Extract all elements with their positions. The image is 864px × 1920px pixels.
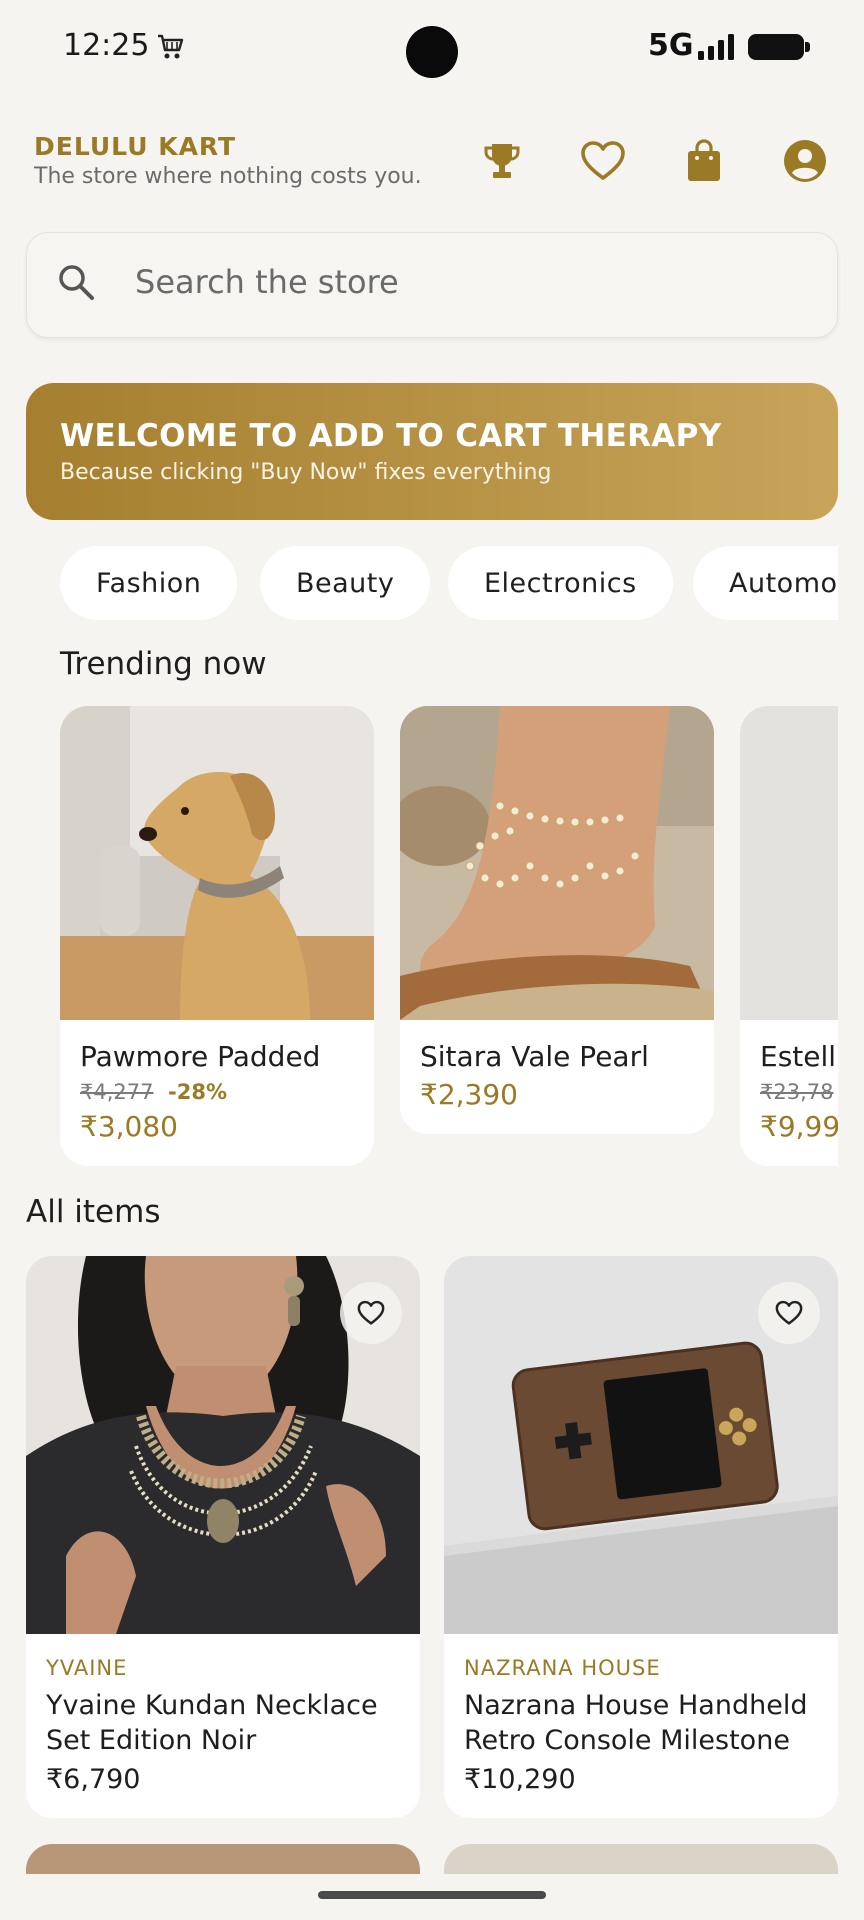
product-card-peek[interactable]: [26, 1844, 420, 1874]
product-old-price: ₹23,78: [760, 1080, 834, 1104]
product-image: [740, 706, 838, 1020]
product-image-anklet: [400, 706, 714, 1020]
brand-tagline: The store where nothing costs you.: [34, 164, 422, 189]
trending-card[interactable]: Sitara Vale Pearl ₹2,390: [400, 706, 714, 1134]
search-icon: [59, 265, 94, 300]
product-brand: NAZRANA HOUSE: [464, 1656, 661, 1680]
front-camera: [406, 26, 458, 78]
battery-icon: [748, 34, 810, 60]
product-price: ₹3,080: [80, 1110, 178, 1143]
shopping-bag-icon[interactable]: [681, 138, 727, 184]
product-image-console: [444, 1256, 838, 1634]
category-chip-beauty[interactable]: Beauty: [260, 546, 431, 620]
product-price: ₹2,390: [420, 1078, 518, 1111]
category-chip-fashion[interactable]: Fashion: [60, 546, 238, 620]
heart-icon[interactable]: [580, 138, 626, 184]
trending-carousel: Pawmore Padded ₹4,277 -28% ₹3,080 Sitara…: [60, 706, 838, 1166]
favorite-button[interactable]: [758, 1282, 820, 1344]
trending-card[interactable]: Estelli ₹23,78 ₹9,990: [740, 706, 838, 1166]
product-discount: -28%: [168, 1080, 227, 1104]
product-card[interactable]: YVAINE Yvaine Kundan Necklace Set Editio…: [26, 1256, 420, 1818]
product-name: Estelli: [760, 1040, 838, 1073]
product-price: ₹6,790: [46, 1764, 141, 1795]
product-image-necklace: [26, 1256, 420, 1634]
favorite-button[interactable]: [340, 1282, 402, 1344]
heart-outline-icon: [775, 1300, 803, 1325]
trending-title: Trending now: [60, 646, 267, 682]
product-brand: YVAINE: [46, 1656, 128, 1680]
status-time: 12:25: [63, 28, 150, 63]
category-chip-automotive[interactable]: Automot: [693, 546, 838, 620]
product-price: ₹9,990: [760, 1110, 838, 1143]
trending-card[interactable]: Pawmore Padded ₹4,277 -28% ₹3,080: [60, 706, 374, 1166]
product-name: Sitara Vale Pearl: [420, 1040, 649, 1073]
all-items-title: All items: [26, 1194, 161, 1230]
banner-title: WELCOME TO ADD TO CART THERAPY: [60, 418, 722, 454]
trophy-icon[interactable]: [479, 138, 525, 184]
banner-subtitle: Because clicking "Buy Now" fixes everyth…: [60, 460, 552, 485]
category-chip-electronics[interactable]: Electronics: [448, 546, 673, 620]
account-icon[interactable]: [782, 138, 828, 184]
home-indicator[interactable]: [318, 1891, 546, 1899]
brand-name: DELULU KART: [34, 132, 237, 161]
product-name: Pawmore Padded: [80, 1040, 321, 1073]
product-name: Yvaine Kundan Necklace Set Edition Noir: [46, 1690, 378, 1756]
signal-icon: [698, 34, 734, 60]
category-chips: Fashion Beauty Electronics Automot: [60, 546, 838, 620]
cart-notification-icon: [158, 34, 184, 59]
product-price: ₹10,290: [464, 1764, 576, 1795]
network-type: 5G: [648, 28, 694, 63]
product-name: Nazrana House Handheld Retro Console Mil…: [464, 1690, 808, 1756]
search-placeholder[interactable]: Search the store: [135, 263, 399, 301]
product-card[interactable]: NAZRANA HOUSE Nazrana House Handheld Ret…: [444, 1256, 838, 1818]
product-old-price: ₹4,277: [80, 1080, 154, 1104]
product-card-peek[interactable]: [444, 1844, 838, 1874]
heart-outline-icon: [357, 1300, 385, 1325]
product-image-dog: [60, 706, 374, 1020]
